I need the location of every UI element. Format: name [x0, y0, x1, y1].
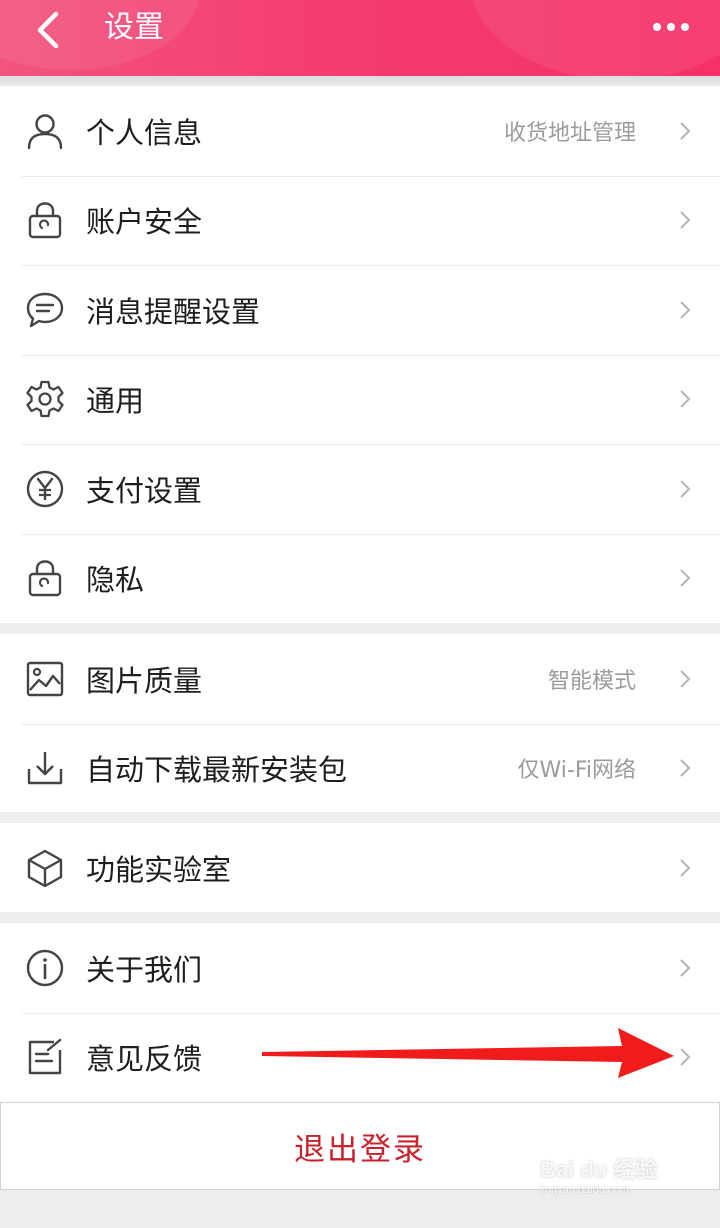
row-label: 隐私 — [86, 563, 145, 598]
lock-icon — [24, 199, 66, 241]
row-payment-settings[interactable]: 支付设置 — [0, 444, 720, 534]
chevron-left-icon — [37, 11, 59, 49]
page-title: 设置 — [104, 10, 164, 45]
chevron-right-icon — [678, 478, 692, 500]
row-value: 仅Wi-Fi网络 — [517, 758, 637, 784]
watermark-main: Bai du 经验 — [540, 1157, 658, 1182]
row-label: 图片质量 — [86, 663, 203, 698]
settings-page: 设置 个人信息 收货地址管理 账户安全 消息提醒设置 通用 支付设置 隐私 图片… — [0, 0, 720, 1228]
row-label: 自动下载最新安装包 — [86, 753, 348, 788]
settings-group-account: 个人信息 收货地址管理 账户安全 消息提醒设置 通用 支付设置 隐私 — [0, 86, 720, 623]
chevron-right-icon — [678, 857, 692, 879]
chevron-right-icon — [678, 120, 692, 142]
message-icon — [24, 289, 66, 331]
chevron-right-icon — [678, 209, 692, 231]
row-label: 支付设置 — [86, 473, 203, 508]
row-label: 通用 — [86, 384, 145, 419]
row-value: 智能模式 — [547, 668, 636, 694]
row-feature-lab[interactable]: 功能实验室 — [0, 823, 720, 913]
chevron-right-icon — [678, 757, 692, 779]
baidu-watermark: Bai du 经验 jingyan.baidu.com — [540, 1152, 680, 1212]
chevron-right-icon — [678, 668, 692, 690]
download-icon — [24, 747, 66, 789]
settings-group-media: 图片质量 智能模式 自动下载最新安装包 仅Wi-Fi网络 — [0, 634, 720, 812]
back-button[interactable] — [20, 6, 76, 54]
row-label: 功能实验室 — [86, 852, 232, 887]
gear-icon — [24, 378, 66, 420]
logout-label: 退出登录 — [294, 1131, 426, 1168]
chevron-right-icon — [678, 957, 692, 979]
row-label: 关于我们 — [86, 952, 203, 987]
edit-icon — [24, 1036, 66, 1078]
row-about-us[interactable]: 关于我们 — [0, 923, 720, 1013]
settings-group-lab: 功能实验室 — [0, 823, 720, 912]
more-dot — [681, 23, 689, 31]
top-bar: 设置 — [0, 0, 720, 76]
user-icon — [24, 110, 66, 152]
lock-icon — [24, 557, 66, 599]
row-label: 意见反馈 — [86, 1042, 203, 1077]
annotation-arrow-icon — [262, 1028, 674, 1078]
row-account-security[interactable]: 账户安全 — [0, 175, 720, 266]
row-label: 消息提醒设置 — [86, 294, 261, 329]
more-button[interactable] — [646, 10, 696, 44]
image-icon — [24, 658, 66, 700]
row-message-settings[interactable]: 消息提醒设置 — [0, 265, 720, 355]
row-label: 账户安全 — [86, 205, 203, 240]
row-image-quality[interactable]: 图片质量 智能模式 — [0, 634, 720, 724]
info-icon — [24, 947, 66, 989]
chevron-right-icon — [678, 567, 692, 589]
chevron-right-icon — [678, 388, 692, 410]
chevron-right-icon — [678, 1046, 692, 1068]
watermark-sub: jingyan.baidu.com — [540, 1184, 629, 1196]
row-value: 收货地址管理 — [503, 120, 636, 146]
yen-icon — [24, 468, 66, 510]
row-auto-download[interactable]: 自动下载最新安装包 仅Wi-Fi网络 — [0, 723, 720, 814]
row-privacy[interactable]: 隐私 — [0, 533, 720, 624]
row-general[interactable]: 通用 — [0, 354, 720, 445]
row-personal-info[interactable]: 个人信息 收货地址管理 — [0, 86, 720, 176]
more-dot — [667, 23, 675, 31]
cube-icon — [24, 847, 66, 889]
row-label: 个人信息 — [86, 115, 203, 150]
chevron-right-icon — [678, 299, 692, 321]
more-dots-icon — [653, 23, 661, 31]
